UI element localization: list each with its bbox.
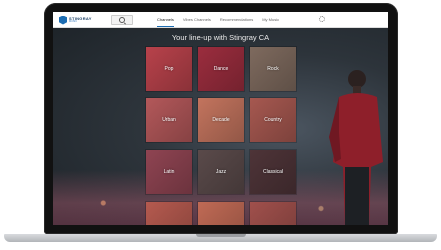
tile-label: Decade <box>212 117 230 123</box>
tile-label: Classical <box>262 169 283 175</box>
channel-tile-row4-1[interactable] <box>146 202 192 225</box>
channel-tile-row4-3[interactable] <box>250 202 296 225</box>
tile-label: Latin <box>163 169 175 175</box>
channel-tile-pop[interactable]: Pop <box>146 47 192 91</box>
top-navigation-bar: STINGRAY MUSIC Channels Vibes Channels R… <box>53 12 388 28</box>
main-nav: Channels Vibes Channels Recommendations … <box>157 12 279 27</box>
channel-tile-latin[interactable]: Latin <box>146 150 192 194</box>
channel-tile-dance[interactable]: Dance <box>198 47 244 91</box>
channel-tile-jazz[interactable]: Jazz <box>198 150 244 194</box>
stingray-logo-icon <box>59 15 67 25</box>
search-icon <box>119 17 125 23</box>
tile-label: Dance <box>213 66 229 72</box>
gear-icon[interactable] <box>319 16 325 22</box>
stingray-logo[interactable]: STINGRAY MUSIC <box>59 15 92 25</box>
person-silhouette <box>329 70 383 225</box>
search-button[interactable] <box>111 15 133 25</box>
nav-channels[interactable]: Channels <box>157 12 174 27</box>
channel-tile-rock[interactable]: Rock <box>250 47 296 91</box>
nav-vibes-channels[interactable]: Vibes Channels <box>183 12 211 27</box>
channel-tile-classical[interactable]: Classical <box>250 150 296 194</box>
channel-tile-country[interactable]: Country <box>250 98 296 142</box>
tile-label: Country <box>264 117 282 123</box>
channel-tile-decade[interactable]: Decade <box>198 98 244 142</box>
tile-label: Urban <box>162 117 176 123</box>
nav-recommendations[interactable]: Recommendations <box>220 12 253 27</box>
tile-label: Pop <box>164 66 174 72</box>
channel-tile-urban[interactable]: Urban <box>146 98 192 142</box>
tile-label: Rock <box>267 66 279 72</box>
laptop-notch <box>196 234 246 237</box>
page-title: Your line-up with Stingray CA <box>171 33 270 42</box>
nav-my-music[interactable]: My Music <box>262 12 279 27</box>
channel-tile-row4-2[interactable] <box>198 202 244 225</box>
app-screen: STINGRAY MUSIC Channels Vibes Channels R… <box>53 12 388 225</box>
tile-label: Jazz <box>215 169 227 175</box>
logo-sub-text: MUSIC <box>69 19 78 23</box>
